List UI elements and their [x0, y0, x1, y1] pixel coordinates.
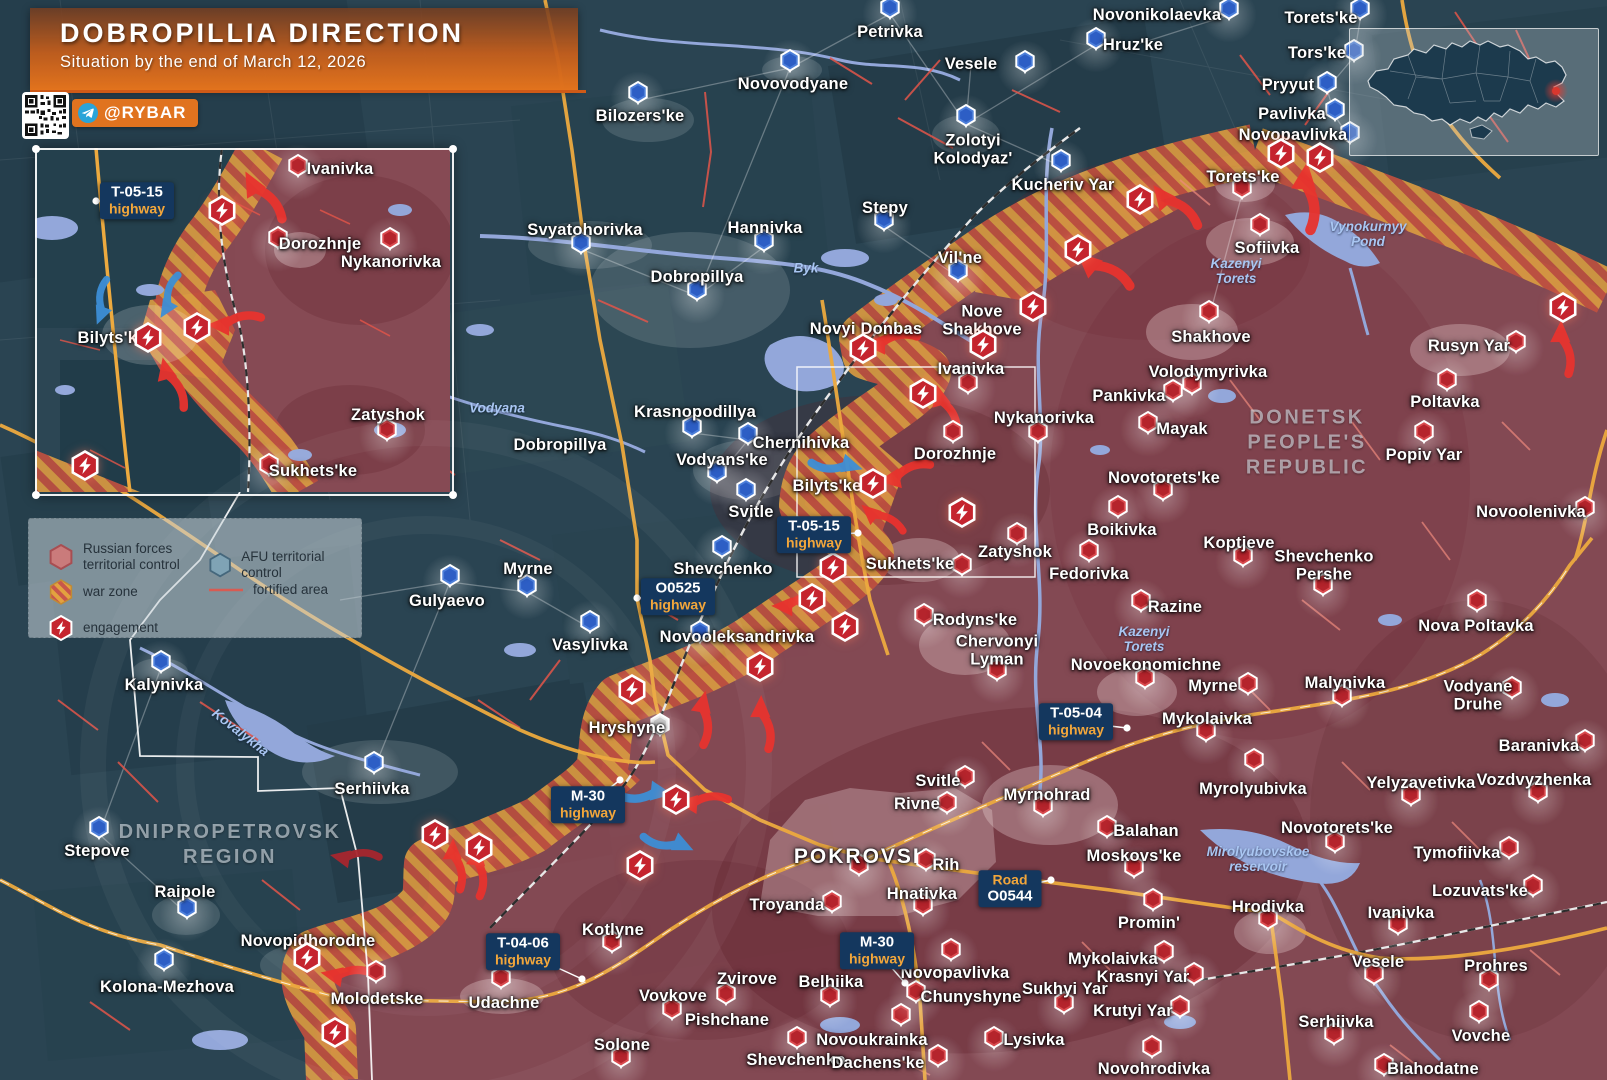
- engagement-icon: [47, 614, 75, 642]
- conflict-area-dot: [1552, 87, 1560, 95]
- legend: Russian forces territorial control AFU t…: [28, 518, 362, 638]
- title-banner: DOBROPILLIA DIRECTION Situation by the e…: [30, 8, 578, 90]
- legend-label: Russian forces territorial control: [83, 541, 180, 572]
- fortified-area-icon: [207, 585, 245, 595]
- russian-control-icon: [47, 544, 75, 570]
- ukraine-minimap: [1349, 28, 1599, 156]
- legend-item-warzone: war zone: [47, 579, 138, 605]
- legend-item-fortified: fortified area: [207, 582, 328, 598]
- legend-item-engagement: engagement: [47, 614, 158, 642]
- legend-label: fortified area: [253, 582, 328, 598]
- inset-map: [26, 148, 455, 500]
- legend-item-russian: Russian forces territorial control: [47, 541, 180, 572]
- afu-control-icon: [207, 552, 233, 578]
- qr-code: [22, 92, 69, 139]
- legend-item-afu: AFU territorial control: [207, 549, 361, 580]
- legend-label: AFU territorial control: [241, 549, 361, 580]
- crimea-outline: [1470, 125, 1492, 139]
- situation-map: PetrivkaNovonikolaevkaHruz'keTorets'keTo…: [0, 0, 1607, 1080]
- map-subtitle: Situation by the end of March 12, 2026: [60, 53, 578, 72]
- war-zone-icon: [47, 579, 75, 605]
- map-title: DOBROPILLIA DIRECTION: [60, 18, 578, 49]
- ukraine-outline: [1368, 41, 1566, 125]
- banner-underline: [30, 90, 586, 93]
- rybar-badge: @RYBAR: [72, 99, 198, 127]
- legend-label: engagement: [83, 620, 158, 636]
- telegram-icon: [78, 103, 98, 123]
- legend-label: war zone: [83, 584, 138, 600]
- rybar-handle: @RYBAR: [104, 103, 186, 123]
